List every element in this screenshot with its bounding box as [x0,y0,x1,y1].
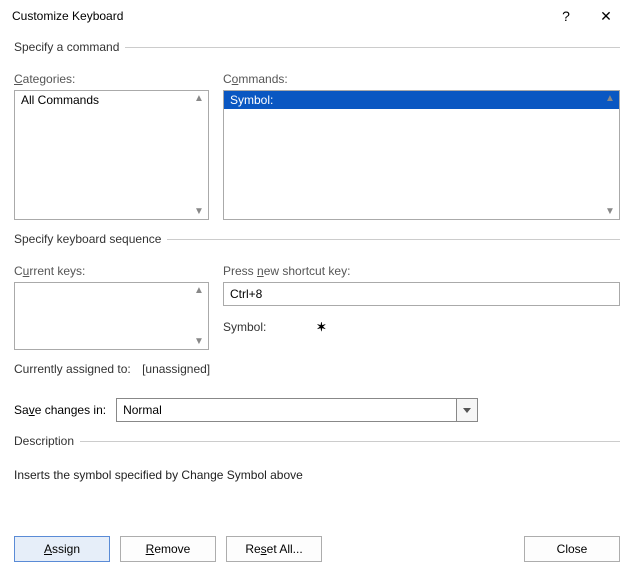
specify-command-group: Specify a command Categories: All Comman… [14,40,620,220]
commands-label: Commands: [223,72,620,86]
press-new-key-label: Press new shortcut key: [223,264,620,278]
scrollbar-icon: ▲▼ [194,93,206,217]
assign-button[interactable]: Assign [14,536,110,562]
description-legend: Description [14,434,80,448]
dialog-button-row: Assign Remove Reset All... Close [0,536,634,562]
remove-button[interactable]: Remove [120,536,216,562]
scrollbar-icon: ▲▼ [605,93,617,217]
symbol-preview: Symbol: ✶ [223,320,620,334]
scrollbar-icon: ▲▼ [194,285,206,347]
currently-assigned: Currently assigned to: [unassigned] [14,362,620,376]
list-item[interactable]: All Commands [15,91,208,109]
specify-command-legend: Specify a command [14,40,125,54]
categories-listbox[interactable]: All Commands ▲▼ [14,90,209,220]
symbol-glyph-icon: ✶ [316,320,326,334]
new-shortcut-input[interactable] [223,282,620,306]
save-changes-label: Save changes in: [14,403,106,417]
categories-label: Categories: [14,72,209,86]
window-title: Customize Keyboard [12,9,546,23]
description-group: Description Inserts the symbol specified… [14,434,620,482]
save-changes-value[interactable] [116,398,456,422]
specify-sequence-legend: Specify keyboard sequence [14,232,167,246]
chevron-down-icon[interactable] [456,398,478,422]
description-text: Inserts the symbol specified by Change S… [14,468,620,482]
save-changes-select[interactable] [116,398,478,422]
current-keys-listbox[interactable]: ▲▼ [14,282,209,350]
reset-all-button[interactable]: Reset All... [226,536,322,562]
title-bar: Customize Keyboard ? ✕ [0,0,634,32]
list-item[interactable]: Symbol: [224,91,619,109]
assigned-value: [unassigned] [142,362,210,376]
help-button[interactable]: ? [546,2,586,30]
specify-sequence-group: Specify keyboard sequence Current keys: … [14,232,620,376]
current-keys-label: Current keys: [14,264,209,278]
commands-listbox[interactable]: Symbol: ▲▼ [223,90,620,220]
close-button[interactable]: ✕ [586,2,626,30]
close-dialog-button[interactable]: Close [524,536,620,562]
